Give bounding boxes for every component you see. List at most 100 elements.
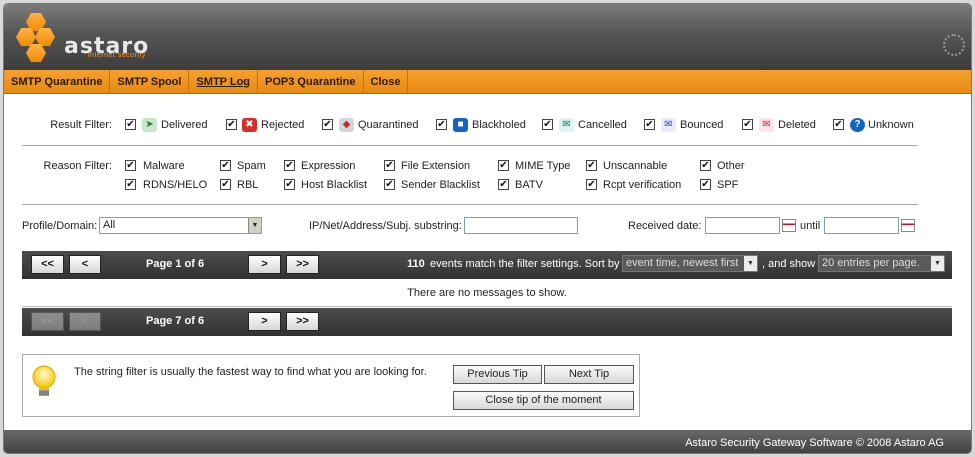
reason-item-label: MIME Type	[515, 160, 571, 172]
profile-domain-label: Profile/Domain:	[22, 220, 98, 232]
tab-bar: SMTP Quarantine SMTP Spool SMTP Log POP3…	[4, 70, 971, 94]
checkbox-quarantined[interactable]: ✔	[322, 119, 333, 130]
result-item-label: Cancelled	[578, 119, 627, 131]
reason-item-label: SPF	[717, 179, 739, 191]
profile-domain-value: All	[103, 219, 116, 231]
lightbulb-icon	[32, 365, 56, 396]
checkbox-mime-type[interactable]: ✔	[498, 160, 509, 171]
pager-bar-top: << < Page 1 of 6 > >> 110 events match t…	[22, 251, 952, 279]
chevron-down-icon[interactable]: ▼	[744, 256, 757, 271]
footer-text: Astaro Security Gateway Software © 2008 …	[685, 437, 944, 449]
tab-smtp-quarantine[interactable]: SMTP Quarantine	[4, 70, 111, 94]
result-item-label: Bounced	[680, 119, 724, 131]
app-window: astaro internet security SMTP Quarantine…	[3, 3, 972, 454]
empty-message: There are no messages to show.	[22, 280, 952, 307]
substring-label: IP/Net/Address/Subj. substring:	[309, 220, 462, 232]
reason-item-label: RDNS/HELO	[143, 179, 208, 191]
logo-hex-icon	[26, 44, 46, 62]
reason-item-label: Malware	[143, 160, 185, 172]
prev-page-button[interactable]: <	[69, 312, 101, 331]
chevron-down-icon[interactable]: ▼	[931, 256, 944, 271]
checkbox-spf[interactable]: ✔	[700, 179, 711, 190]
reason-item-label: BATV	[515, 179, 543, 191]
checkbox-file-extension[interactable]: ✔	[384, 160, 395, 171]
logo-subtext: internet security	[88, 52, 146, 59]
checkbox-host-blacklist[interactable]: ✔	[284, 179, 295, 190]
received-until-input[interactable]	[824, 217, 899, 234]
event-count: 110	[407, 258, 425, 270]
received-date-label: Received date:	[628, 220, 702, 232]
per-page-select[interactable]: 20 entries per page. ▼	[818, 255, 945, 272]
last-page-button[interactable]: >>	[286, 255, 319, 274]
tab-smtp-log[interactable]: SMTP Log	[189, 70, 259, 94]
checkbox-malware[interactable]: ✔	[125, 160, 136, 171]
first-page-button[interactable]: <<	[31, 255, 64, 274]
last-page-button[interactable]: >>	[286, 312, 319, 331]
tab-close[interactable]: Close	[364, 70, 409, 94]
checkbox-rcpt-verification[interactable]: ✔	[586, 179, 597, 190]
checkbox-sender-blacklist[interactable]: ✔	[384, 179, 395, 190]
checkbox-unknown[interactable]: ✔	[833, 119, 844, 130]
calendar-icon[interactable]	[782, 219, 796, 232]
result-item-label: Rejected	[261, 119, 305, 131]
page-info: Page 1 of 6	[146, 258, 205, 270]
loading-spinner-icon	[943, 34, 965, 56]
checkbox-other[interactable]: ✔	[700, 160, 711, 171]
match-text: events match the filter settings. Sort b…	[430, 258, 620, 270]
checkbox-rbl[interactable]: ✔	[220, 179, 231, 190]
cancelled-icon: ✉	[559, 118, 574, 132]
reason-item-label: Sender Blacklist	[401, 179, 480, 191]
tip-box: The string filter is usually the fastest…	[22, 354, 640, 417]
checkbox-batv[interactable]: ✔	[498, 179, 509, 190]
close-tip-button[interactable]: Close tip of the moment	[453, 391, 634, 410]
checkbox-unscannable[interactable]: ✔	[586, 160, 597, 171]
result-filter-label: Result Filter:	[50, 119, 112, 131]
checkbox-blackholed[interactable]: ✔	[436, 119, 447, 130]
divider	[22, 145, 918, 146]
reason-filter-label: Reason Filter:	[43, 160, 112, 172]
next-page-button[interactable]: >	[248, 312, 281, 331]
result-item-label: Delivered	[161, 119, 208, 131]
result-item-label: Deleted	[778, 119, 816, 131]
unknown-icon: ?	[850, 118, 865, 132]
chevron-down-icon[interactable]: ▼	[248, 218, 261, 233]
checkbox-spam[interactable]: ✔	[220, 160, 231, 171]
result-item-label: Unknown	[868, 119, 914, 131]
checkbox-bounced[interactable]: ✔	[644, 119, 655, 130]
tip-text: The string filter is usually the fastest…	[74, 366, 427, 378]
checkbox-rejected[interactable]: ✔	[226, 119, 237, 130]
previous-tip-button[interactable]: Previous Tip	[453, 365, 542, 384]
next-tip-button[interactable]: Next Tip	[544, 365, 634, 384]
sort-value: event time, newest first	[626, 257, 739, 269]
reason-item-label: Unscannable	[603, 160, 668, 172]
sort-select[interactable]: event time, newest first ▼	[622, 255, 758, 272]
checkbox-cancelled[interactable]: ✔	[542, 119, 553, 130]
until-label: until	[800, 220, 821, 232]
next-page-button[interactable]: >	[248, 255, 281, 274]
quarantined-icon: ◆	[339, 118, 354, 132]
reason-item-label: Other	[717, 160, 745, 172]
first-page-button[interactable]: <<	[31, 312, 64, 331]
checkbox-expression[interactable]: ✔	[284, 160, 295, 171]
calendar-icon[interactable]	[901, 219, 915, 232]
divider	[22, 204, 918, 205]
checkbox-rdns-helo[interactable]: ✔	[125, 179, 136, 190]
footer: Astaro Security Gateway Software © 2008 …	[4, 430, 971, 453]
profile-domain-select[interactable]: All ▼	[99, 217, 262, 234]
pager-bar-bottom: << < Page 7 of 6 > >>	[22, 308, 952, 336]
result-item-label: Blackholed	[472, 119, 526, 131]
prev-page-button[interactable]: <	[69, 255, 101, 274]
tab-smtp-spool[interactable]: SMTP Spool	[110, 70, 190, 94]
show-text: , and show	[762, 258, 816, 270]
checkbox-delivered[interactable]: ✔	[125, 119, 136, 130]
page-info: Page 7 of 6	[146, 315, 205, 327]
received-from-input[interactable]	[705, 217, 780, 234]
deleted-icon: ✉	[759, 118, 774, 132]
reason-item-label: Host Blacklist	[301, 179, 368, 191]
checkbox-deleted[interactable]: ✔	[742, 119, 753, 130]
rejected-icon: ✖	[242, 118, 257, 132]
substring-input[interactable]	[464, 217, 578, 234]
reason-item-label: RBL	[237, 179, 259, 191]
bounced-icon: ✉	[661, 118, 676, 132]
tab-pop3-quarantine[interactable]: POP3 Quarantine	[258, 70, 364, 94]
